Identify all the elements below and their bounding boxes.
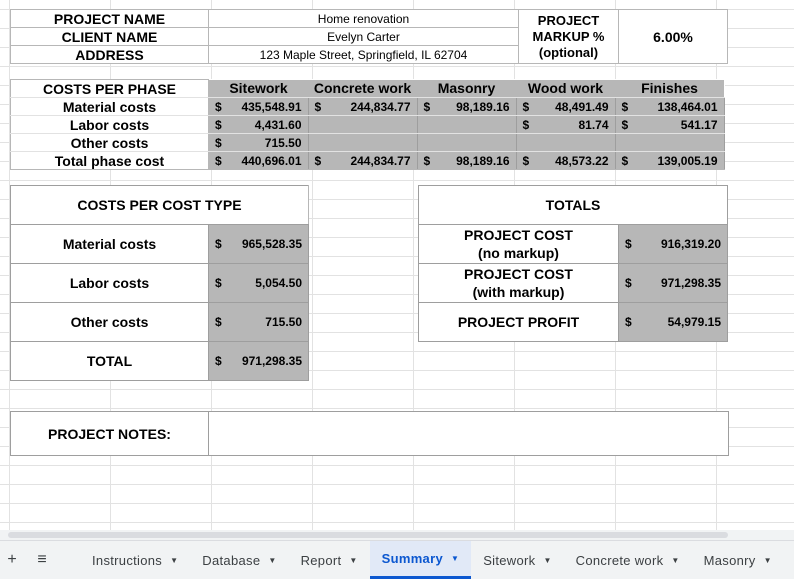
- chevron-down-icon[interactable]: ▼: [671, 556, 679, 565]
- phase-row: Material costs $435,548.91 $244,834.77 $…: [10, 97, 725, 116]
- type-row-label: Labor costs: [10, 263, 209, 303]
- phase-row-label: Material costs: [10, 97, 209, 116]
- totals-value-cell[interactable]: $971,298.35: [618, 263, 728, 303]
- chevron-down-icon[interactable]: ▼: [764, 556, 772, 565]
- totals-value-cell[interactable]: $916,319.20: [618, 224, 728, 264]
- phase-col-woodwork[interactable]: Wood work: [516, 79, 615, 98]
- phase-cell[interactable]: $48,491.49: [516, 97, 616, 116]
- phase-cell[interactable]: $715.50: [208, 133, 309, 152]
- scrollbar-thumb[interactable]: [8, 532, 728, 538]
- chevron-down-icon[interactable]: ▼: [170, 556, 178, 565]
- totals-row-label: PROJECT PROFIT: [418, 302, 619, 342]
- tab-masonry[interactable]: Masonry ▼: [692, 541, 784, 579]
- phase-cell[interactable]: $244,834.77: [308, 151, 418, 170]
- type-value-cell[interactable]: $965,528.35: [208, 224, 309, 264]
- chevron-down-icon[interactable]: ▼: [543, 556, 551, 565]
- phase-cell[interactable]: [516, 133, 616, 152]
- markup-label: PROJECT MARKUP % (optional): [518, 9, 619, 64]
- phase-col-concrete[interactable]: Concrete work: [308, 79, 417, 98]
- phase-cell[interactable]: $98,189.16: [417, 97, 517, 116]
- chevron-down-icon[interactable]: ▼: [349, 556, 357, 565]
- type-row-label: Material costs: [10, 224, 209, 264]
- phase-cell[interactable]: [615, 133, 725, 152]
- project-info-table: PROJECT NAME Home renovation PROJECT MAR…: [10, 9, 728, 64]
- phase-row-label: Total phase cost: [10, 151, 209, 170]
- client-name-label: CLIENT NAME: [10, 27, 209, 46]
- phase-cell[interactable]: $48,573.22: [516, 151, 616, 170]
- phase-row-label: Labor costs: [10, 115, 209, 134]
- type-row-label: TOTAL: [10, 341, 209, 381]
- project-name-cell[interactable]: Home renovation: [208, 9, 519, 28]
- type-row: TOTAL $971,298.35: [10, 341, 309, 381]
- type-value-cell[interactable]: $5,054.50: [208, 263, 309, 303]
- tab-sitework[interactable]: Sitework ▼: [471, 541, 563, 579]
- costs-per-phase-table: COSTS PER PHASE Sitework Concrete work M…: [10, 79, 725, 170]
- chevron-down-icon[interactable]: ▼: [451, 554, 459, 563]
- tab-database[interactable]: Database ▼: [190, 541, 288, 579]
- phase-row: Total phase cost $440,696.01 $244,834.77…: [10, 151, 725, 170]
- tab-summary[interactable]: Summary ▼: [369, 541, 472, 579]
- totals-value-cell[interactable]: $54,979.15: [618, 302, 728, 342]
- totals-row-label: PROJECT COST (no markup): [418, 224, 619, 264]
- phase-cell[interactable]: [308, 133, 418, 152]
- project-notes-cell[interactable]: [208, 411, 729, 456]
- client-name-cell[interactable]: Evelyn Carter: [208, 27, 519, 46]
- phase-cell[interactable]: $138,464.01: [615, 97, 725, 116]
- address-label: ADDRESS: [10, 45, 209, 64]
- phase-cell[interactable]: $4,431.60: [208, 115, 309, 134]
- markup-value-cell[interactable]: 6.00%: [618, 9, 728, 64]
- project-notes-label: PROJECT NOTES:: [10, 411, 209, 456]
- phase-cell[interactable]: [417, 133, 517, 152]
- type-value-cell[interactable]: $971,298.35: [208, 341, 309, 381]
- totals-row-label: PROJECT COST (with markup): [418, 263, 619, 303]
- project-name-label: PROJECT NAME: [10, 9, 209, 28]
- sheet-tab-bar: + ≡ Instructions ▼ Database ▼ Report ▼ Summ…: [0, 540, 794, 579]
- tab-report[interactable]: Report ▼: [289, 541, 370, 579]
- type-row: Material costs $965,528.35: [10, 224, 309, 264]
- totals-table: TOTALS PROJECT COST (no markup) $916,319.…: [418, 185, 728, 342]
- phase-cell[interactable]: $81.74: [516, 115, 616, 134]
- totals-row: PROJECT COST (no markup) $916,319.20: [418, 224, 728, 264]
- horizontal-scrollbar[interactable]: [0, 530, 794, 540]
- phase-cell[interactable]: $440,696.01: [208, 151, 309, 170]
- tab-instructions[interactable]: Instructions ▼: [80, 541, 190, 579]
- chevron-down-icon[interactable]: ▼: [268, 556, 276, 565]
- costs-per-type-header: COSTS PER COST TYPE: [10, 185, 309, 225]
- phase-cell[interactable]: $541.17: [615, 115, 725, 134]
- phase-cell[interactable]: $98,189.16: [417, 151, 517, 170]
- phase-cell[interactable]: $435,548.91: [208, 97, 309, 116]
- phase-cell[interactable]: $244,834.77: [308, 97, 418, 116]
- phase-col-masonry[interactable]: Masonry: [417, 79, 516, 98]
- type-row: Labor costs $5,054.50: [10, 263, 309, 303]
- phase-row: Other costs $715.50: [10, 133, 725, 152]
- all-sheets-menu-icon[interactable]: ≡: [30, 551, 54, 569]
- phase-row: Labor costs $4,431.60 $81.74 $541.17: [10, 115, 725, 134]
- totals-row: PROJECT PROFIT $54,979.15: [418, 302, 728, 342]
- address-cell[interactable]: 123 Maple Street, Springfield, IL 62704: [208, 45, 519, 64]
- costs-per-phase-header: COSTS PER PHASE: [10, 79, 209, 98]
- totals-row: PROJECT COST (with markup) $971,298.35: [418, 263, 728, 303]
- phase-col-sitework[interactable]: Sitework: [208, 79, 308, 98]
- totals-header: TOTALS: [418, 185, 728, 225]
- costs-per-type-table: COSTS PER COST TYPE Material costs $965,…: [10, 185, 309, 381]
- phase-row-label: Other costs: [10, 133, 209, 152]
- tab-concrete-work[interactable]: Concrete work ▼: [564, 541, 692, 579]
- phase-cell[interactable]: $139,005.19: [615, 151, 725, 170]
- add-sheet-icon[interactable]: +: [0, 551, 24, 569]
- phase-col-finishes[interactable]: Finishes: [615, 79, 724, 98]
- type-value-cell[interactable]: $715.50: [208, 302, 309, 342]
- phase-cell[interactable]: [417, 115, 517, 134]
- type-row-label: Other costs: [10, 302, 209, 342]
- type-row: Other costs $715.50: [10, 302, 309, 342]
- project-notes-table: PROJECT NOTES:: [10, 411, 729, 456]
- phase-cell[interactable]: [308, 115, 418, 134]
